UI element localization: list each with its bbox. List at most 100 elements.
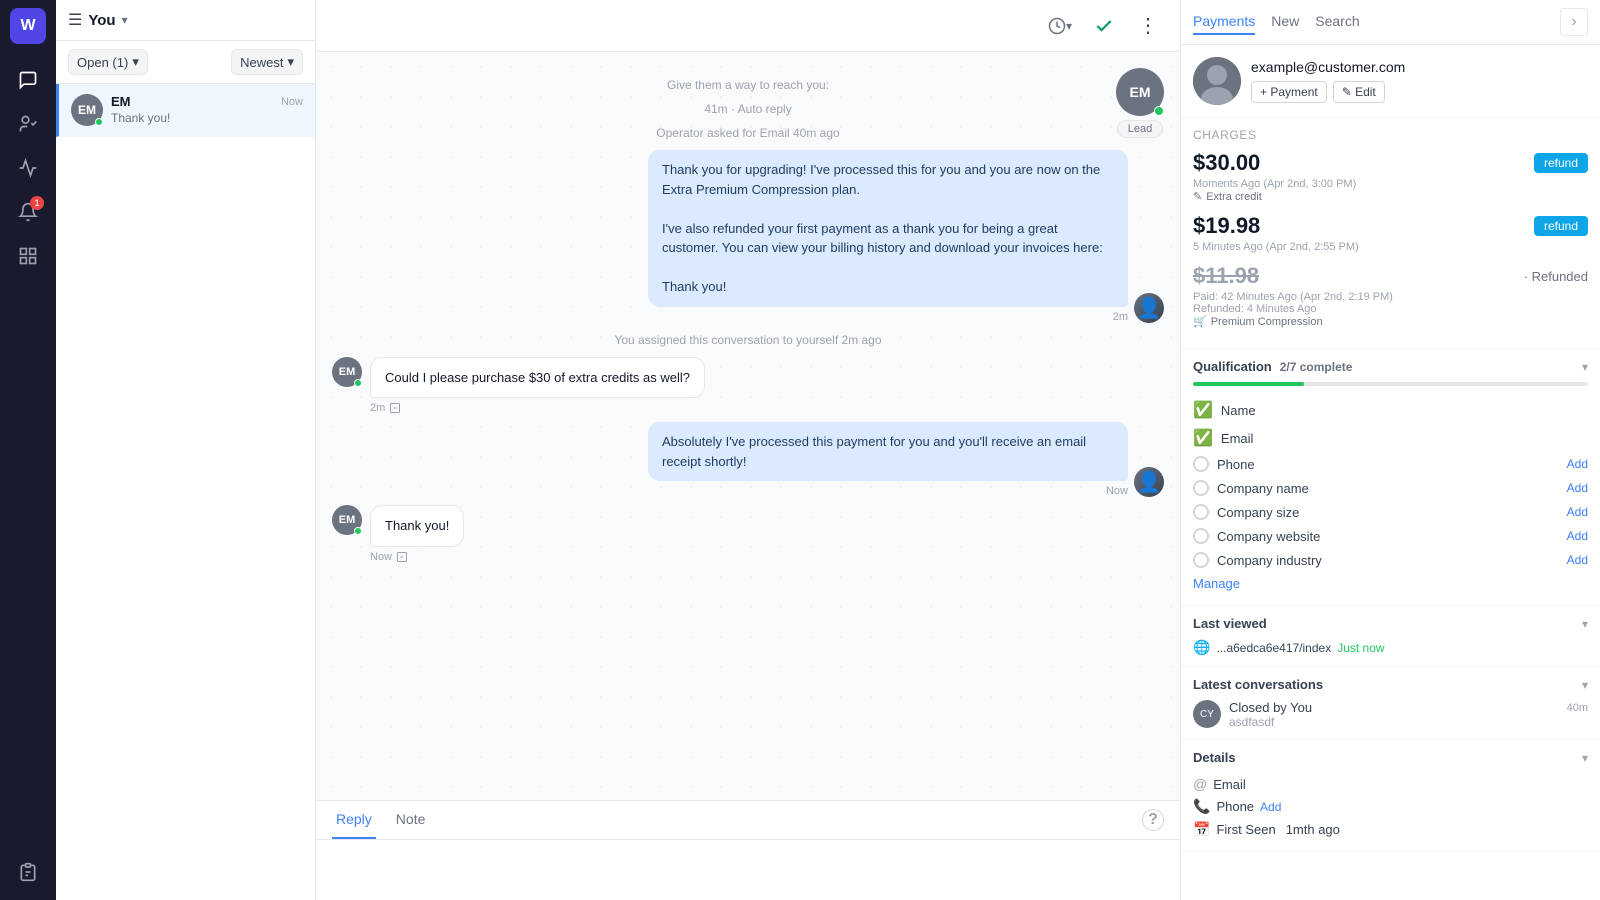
detail-first-seen: 📅 First Seen 1mth ago <box>1193 818 1588 841</box>
resolve-btn[interactable] <box>1088 10 1120 42</box>
message-bubble-2: Absolutely I've processed this payment f… <box>648 422 1128 481</box>
chat-messages[interactable]: EM Lead Give them a way to reach you: 41… <box>316 52 1180 800</box>
customer-email: example@customer.com <box>1251 59 1405 75</box>
detail-phone-add[interactable]: Add <box>1260 800 1281 814</box>
charge-item-2: $19.98 refund 5 Minutes Ago (Apr 2nd, 2:… <box>1193 213 1588 253</box>
customer-online-dot <box>1154 106 1164 116</box>
rp-tab-new[interactable]: New <box>1271 9 1299 35</box>
nav-inbox[interactable] <box>8 60 48 100</box>
qual-add-industry[interactable]: Add <box>1567 553 1588 567</box>
message-row-customer-2: EM Thank you! Now <box>332 505 1164 563</box>
latest-conv-time: 40m <box>1567 702 1588 714</box>
charge-amount-1: $30.00 <box>1193 150 1260 176</box>
nav-reports[interactable] <box>8 148 48 188</box>
conv-avatar: EM <box>71 94 103 126</box>
agent-avatar <box>1134 293 1164 323</box>
rp-tab-search[interactable]: Search <box>1315 9 1359 35</box>
system-msg-2: 41m · Auto reply <box>332 102 1164 116</box>
charge-amount-2: $19.98 <box>1193 213 1260 239</box>
manage-link[interactable]: Manage <box>1193 572 1588 595</box>
payment-btn[interactable]: + Payment <box>1251 81 1327 103</box>
qual-add-company[interactable]: Add <box>1567 481 1588 495</box>
qual-add-phone[interactable]: Add <box>1567 457 1588 471</box>
message-time: 2m <box>648 311 1128 323</box>
phone-detail-icon: 📞 <box>1193 798 1210 815</box>
conv-time: Now <box>281 96 303 108</box>
nav-clipboard[interactable] <box>8 852 48 892</box>
app-logo[interactable]: W <box>10 8 46 44</box>
more-btn[interactable]: ⋮ <box>1132 10 1164 42</box>
filter-sort-arrow: ▾ <box>287 54 294 70</box>
qual-empty-icon <box>1193 456 1209 472</box>
rp-tab-payments[interactable]: Payments <box>1193 9 1255 35</box>
latest-conv-item: CY Closed by You 40m asdfasdf <box>1193 700 1588 729</box>
filter-open-arrow: ▾ <box>132 54 139 70</box>
system-msg-1: Give them a way to reach you: <box>332 78 1164 92</box>
rp-expand-btn[interactable]: › <box>1560 8 1588 36</box>
filter-sort-btn[interactable]: Newest ▾ <box>231 49 303 75</box>
latest-conversations-section: Latest conversations ▾ CY Closed by You … <box>1181 667 1600 740</box>
charge-note-1: ✎ Extra credit <box>1193 190 1588 203</box>
sidebar-header: ☰ You ▾ <box>56 0 315 41</box>
message-row-customer-1: EM Could I please purchase $30 of extra … <box>332 357 1164 415</box>
tab-reply[interactable]: Reply <box>332 801 376 839</box>
refund-btn-2[interactable]: refund <box>1534 216 1588 236</box>
qualification-title: Qualification <box>1193 359 1272 374</box>
last-viewed-item: 🌐 ...a6edca6e417/index Just now <box>1193 639 1588 656</box>
conversation-list: EM EM Now Thank you! <box>56 84 315 900</box>
email-detail-icon: @ <box>1193 776 1207 792</box>
message-bubble-customer: Could I please purchase $30 of extra cre… <box>370 357 705 399</box>
qual-item-phone: Phone Add <box>1193 452 1588 476</box>
detail-phone-label: Phone <box>1216 799 1254 814</box>
reply-input-area[interactable] <box>316 840 1180 900</box>
sidebar-title-arrow[interactable]: ▾ <box>122 13 128 27</box>
qual-item-email: ✅ Email <box>1193 424 1588 452</box>
details-title: Details <box>1193 750 1236 765</box>
last-viewed-section: Last viewed ▾ 🌐 ...a6edca6e417/index Jus… <box>1181 606 1600 667</box>
customer-msg-avatar-2: EM <box>332 505 362 535</box>
latest-conv-collapse[interactable]: ▾ <box>1582 678 1588 692</box>
sidebar-title: You <box>88 12 115 29</box>
charges-section: Charges $30.00 refund Moments Ago (Apr 2… <box>1181 118 1600 349</box>
system-msg-3: Operator asked for Email 40m ago <box>332 126 1164 140</box>
qual-empty-icon-5 <box>1193 552 1209 568</box>
chat-header: ▾ ⋮ <box>316 0 1180 52</box>
online-indicator <box>95 118 103 126</box>
detail-first-seen-label: First Seen <box>1216 822 1275 837</box>
nav-notifications[interactable]: 1 <box>8 192 48 232</box>
qual-done-icon-2: ✅ <box>1193 428 1213 448</box>
rp-nav-tabs: Payments New Search <box>1193 9 1360 35</box>
globe-icon: 🌐 <box>1193 639 1210 656</box>
conversation-item[interactable]: EM EM Now Thank you! <box>56 84 315 137</box>
menu-icon[interactable]: ☰ <box>68 10 82 30</box>
latest-conv-preview: asdfasdf <box>1229 715 1588 729</box>
qual-add-size[interactable]: Add <box>1567 505 1588 519</box>
refund-btn-1[interactable]: refund <box>1534 153 1588 173</box>
right-panel: Payments New Search › example@customer.c… <box>1180 0 1600 900</box>
last-viewed-collapse[interactable]: ▾ <box>1582 617 1588 631</box>
last-viewed-title: Last viewed <box>1193 616 1267 631</box>
message-bubble-customer-2: Thank you! <box>370 505 464 547</box>
nav-contacts[interactable] <box>8 104 48 144</box>
detail-email-label: Email <box>1213 777 1246 792</box>
nav-segments[interactable] <box>8 236 48 276</box>
tab-note[interactable]: Note <box>392 801 430 839</box>
qualification-collapse[interactable]: ▾ <box>1582 360 1588 374</box>
lead-badge: Lead <box>1117 120 1163 138</box>
filter-open-btn[interactable]: Open (1) ▾ <box>68 49 148 75</box>
icon-bar: W 1 <box>0 0 56 900</box>
rp-top-nav: Payments New Search › <box>1181 0 1600 45</box>
notification-badge: 1 <box>30 196 44 210</box>
message-time-customer-2: Now <box>370 551 464 563</box>
charge-item-3: $11.98 · Refunded Paid: 42 Minutes Ago (… <box>1193 263 1588 328</box>
qual-item-company-website: Company website Add <box>1193 524 1588 548</box>
details-collapse[interactable]: ▾ <box>1582 751 1588 765</box>
clock-btn[interactable]: ▾ <box>1044 10 1076 42</box>
qual-done-icon: ✅ <box>1193 400 1213 420</box>
qual-add-website[interactable]: Add <box>1567 529 1588 543</box>
qualification-progress-fill <box>1193 382 1304 386</box>
edit-btn[interactable]: ✎ Edit <box>1333 81 1385 103</box>
conv-name: EM <box>111 94 131 109</box>
help-btn[interactable]: ? <box>1142 809 1164 831</box>
customer-photo <box>1193 57 1241 105</box>
